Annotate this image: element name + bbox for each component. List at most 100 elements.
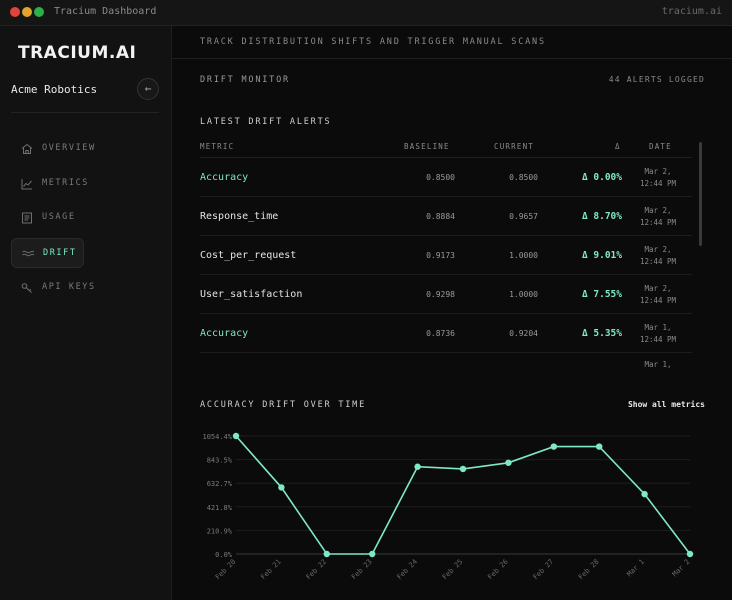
chart-title: ACCURACY DRIFT OVER TIME [200, 400, 367, 410]
table-row[interactable]: Response_time 0.8884 0.9657 Δ 8.70% Mar … [200, 197, 692, 236]
window-url: tracium.ai [661, 6, 722, 17]
x-axis-tick-label: Feb 28 [577, 558, 601, 582]
column-header-date: DATE [649, 142, 672, 151]
y-axis-tick-label: 0.0% [215, 551, 233, 559]
table-row[interactable]: Cost_per_request 0.9173 1.0000 Δ 9.01% M… [200, 236, 692, 275]
x-axis-tick-label: Mar 2 [671, 558, 692, 579]
header-divider [172, 58, 732, 59]
minimize-window-button[interactable] [22, 7, 32, 17]
sidebar-item-usage[interactable]: USAGE [11, 203, 84, 233]
cell-date: Mar 2, 12:44 PM [639, 284, 677, 305]
data-point [323, 550, 330, 558]
cell-baseline: 0.9298 [426, 290, 455, 299]
sidebar-item-label: API KEYS [42, 282, 96, 292]
data-point [369, 550, 376, 558]
cell-baseline: 0.8500 [426, 173, 455, 182]
page-subtitle: TRACK DISTRIBUTION SHIFTS AND TRIGGER MA… [200, 37, 546, 47]
alerts-count: 44 ALERTS LOGGED [608, 75, 705, 84]
brand-logo[interactable]: TRACIUM.AI [18, 43, 136, 63]
line-chart-icon [21, 179, 32, 190]
x-axis-tick-label: Feb 23 [350, 558, 374, 582]
column-header-current: CURRENT [494, 142, 535, 151]
column-header-metric: METRIC [200, 142, 235, 151]
cell-current: 0.8500 [509, 173, 538, 182]
table-row[interactable]: Accuracy 0.8500 0.8500 Δ 0.00% Mar 2, 12… [200, 158, 692, 197]
sidebar-item-api-keys[interactable]: API KEYS [11, 273, 94, 303]
data-point [414, 463, 421, 470]
sidebar-item-label: METRICS [42, 178, 90, 188]
data-point [278, 484, 285, 491]
sidebar-item-metrics[interactable]: METRICS [11, 169, 87, 199]
y-axis-tick-label: 1054.4% [202, 433, 232, 441]
waves-icon [22, 250, 35, 257]
cell-date: Mar 2, 12:44 PM [639, 206, 677, 227]
data-point [459, 465, 467, 473]
data-point [550, 443, 557, 450]
cell-baseline: 0.8884 [426, 212, 455, 221]
sidebar-item-label: USAGE [42, 212, 76, 222]
table-header: METRIC BASELINE CURRENT Δ DATE [200, 136, 692, 158]
sidebar-item-label: DRIFT [43, 248, 77, 258]
cell-current: 1.0000 [509, 290, 538, 299]
arrow-left-icon: ← [144, 82, 152, 95]
cell-baseline: 0.8736 [426, 329, 455, 338]
sidebar-item-label: OVERVIEW [42, 143, 96, 153]
organization-name: Acme Robotics [11, 83, 98, 96]
cell-metric: User_satisfaction [200, 289, 303, 300]
y-axis-tick-label: 210.9% [207, 527, 233, 535]
cell-delta: Δ 5.35% [581, 328, 622, 339]
cell-date: Mar 2, 12:44 PM [639, 167, 677, 188]
table-body: Accuracy 0.8500 0.8500 Δ 0.00% Mar 2, 12… [200, 158, 692, 370]
cell-metric: Accuracy [200, 172, 249, 183]
cell-baseline: 0.9173 [426, 251, 455, 260]
sidebar-item-drift[interactable]: DRIFT [11, 238, 84, 268]
x-axis-tick-label: Feb 20 [214, 558, 238, 582]
x-axis-tick-label: Mar 1 [625, 558, 646, 579]
data-point [596, 443, 603, 450]
document-icon [22, 212, 32, 224]
x-axis-tick-label: Feb 21 [259, 558, 283, 582]
show-all-metrics-link[interactable]: Show all metrics [628, 400, 705, 409]
table-row[interactable]: Accuracy 0.8736 0.9204 Δ 5.35% Mar 1, 12… [200, 314, 692, 353]
cell-current: 0.9657 [509, 212, 538, 221]
column-header-baseline: BASELINE [404, 142, 450, 151]
x-axis-tick-label: Feb 26 [486, 558, 510, 582]
drift-monitor-title: DRIFT MONITOR [200, 75, 290, 85]
data-point [641, 490, 648, 498]
cell-metric: Cost_per_request [200, 250, 297, 261]
close-window-button[interactable] [10, 7, 20, 17]
window-title: Tracium Dashboard [54, 6, 157, 17]
alerts-table-title: LATEST DRIFT ALERTS [200, 117, 332, 127]
cell-date: Mar 1, 12:44 [644, 360, 672, 369]
sidebar: TRACIUM.AI Acme Robotics ← OVERVIEW METR… [0, 26, 172, 600]
table-row[interactable]: Mar 1, 12:44 [200, 353, 692, 370]
cell-delta: Δ 7.55% [581, 289, 622, 300]
maximize-window-button[interactable] [34, 7, 44, 17]
data-point [505, 459, 512, 466]
data-point [232, 432, 240, 440]
table-scrollbar[interactable] [699, 142, 702, 246]
y-axis-tick-label: 421.8% [207, 504, 233, 512]
y-axis-tick-label: 843.5% [207, 457, 233, 465]
home-icon [21, 143, 33, 154]
cell-current: 0.9204 [509, 329, 538, 338]
y-axis-tick-label: 632.7% [207, 480, 233, 488]
sidebar-divider [11, 112, 159, 113]
x-axis-tick-label: Feb 22 [305, 558, 329, 582]
collapse-sidebar-button[interactable]: ← [137, 78, 159, 100]
x-axis-tick-label: Feb 27 [532, 558, 556, 582]
cell-metric: Response_time [200, 211, 279, 222]
main-content: TRACK DISTRIBUTION SHIFTS AND TRIGGER MA… [172, 26, 732, 600]
cell-date: Mar 2, 12:44 PM [639, 245, 677, 266]
cell-current: 1.0000 [509, 251, 538, 260]
x-axis-tick-label: Feb 24 [395, 558, 419, 582]
series-line [235, 435, 691, 555]
key-icon [21, 283, 32, 293]
column-header-delta: Δ [615, 142, 621, 151]
x-axis-tick-label: Feb 25 [441, 558, 465, 582]
cell-delta: Δ 9.01% [581, 250, 622, 261]
alerts-table[interactable]: METRIC BASELINE CURRENT Δ DATE Accuracy … [200, 136, 705, 370]
sidebar-item-overview[interactable]: OVERVIEW [11, 134, 94, 164]
cell-delta: Δ 0.00% [581, 172, 622, 183]
table-row[interactable]: User_satisfaction 0.9298 1.0000 Δ 7.55% … [200, 275, 692, 314]
